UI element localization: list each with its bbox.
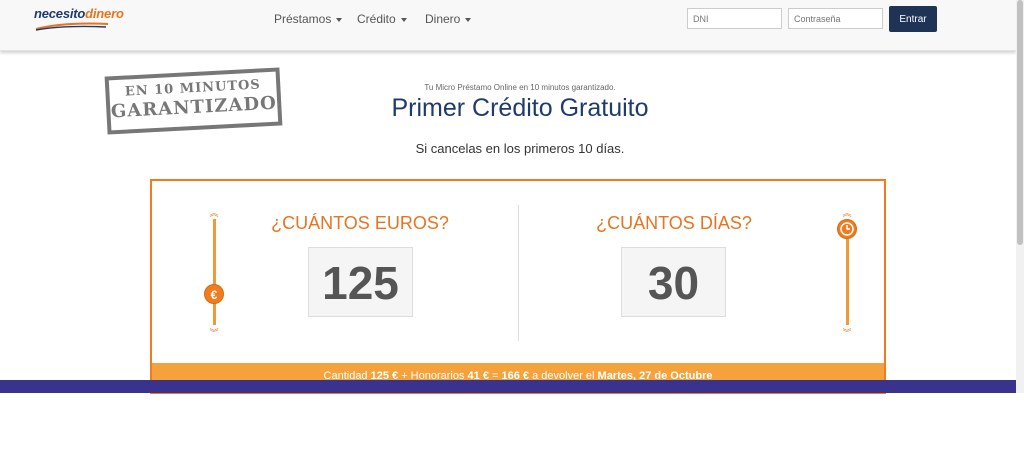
euros-title: ¿CUÁNTOS EUROS? xyxy=(271,213,449,233)
euro-icon: € xyxy=(210,288,218,302)
days-title: ¿CUÁNTOS DÍAS? xyxy=(596,213,752,233)
days-slider-track[interactable] xyxy=(846,239,849,325)
chevron-down-icon[interactable]: ︾ xyxy=(840,329,854,338)
login-submit-button[interactable]: Entrar xyxy=(889,6,937,32)
nav-prestamos[interactable]: Préstamos xyxy=(274,12,343,26)
nav-credito-label: Crédito xyxy=(357,12,396,26)
logo-text-part1: necesito xyxy=(34,6,86,21)
days-value: 30 xyxy=(621,247,726,317)
nav-dinero-label: Dinero xyxy=(425,12,461,26)
loan-calculator: ︽ € ︾ ¿CUÁNTOS EUROS? 125 ¿CUÁNTOS DÍAS?… xyxy=(150,179,886,394)
chevron-up-icon[interactable]: ︽ xyxy=(840,209,854,218)
euros-slider-track[interactable] xyxy=(213,219,216,325)
divider xyxy=(518,205,519,341)
hero-headline: Primer Crédito Gratuito xyxy=(391,94,649,122)
hero-subline: Si cancelas en los primeros 10 días. xyxy=(415,141,625,156)
clock-icon xyxy=(840,222,854,236)
nav-credito[interactable]: Crédito xyxy=(357,12,407,26)
chevron-down-icon[interactable]: ︾ xyxy=(207,329,221,338)
euros-value: 125 xyxy=(308,247,413,317)
clock-slider-handle[interactable] xyxy=(837,219,857,239)
nav-prestamos-label: Préstamos xyxy=(274,12,332,26)
caret-down-icon xyxy=(400,17,407,22)
caret-down-icon xyxy=(336,17,343,22)
bottom-bar xyxy=(0,380,1016,393)
caret-down-icon xyxy=(465,17,472,22)
hero-tagline: Tu Micro Préstamo Online en 10 minutos g… xyxy=(424,83,616,92)
logo-text-part2: dinero xyxy=(85,6,124,21)
euro-slider-handle[interactable]: € xyxy=(204,284,224,304)
password-input[interactable] xyxy=(788,8,883,29)
logo-swoosh-icon xyxy=(35,22,109,31)
dni-input[interactable] xyxy=(687,8,782,29)
brand-logo[interactable]: necesitodinero xyxy=(34,6,124,21)
nav-dinero[interactable]: Dinero xyxy=(425,12,472,26)
